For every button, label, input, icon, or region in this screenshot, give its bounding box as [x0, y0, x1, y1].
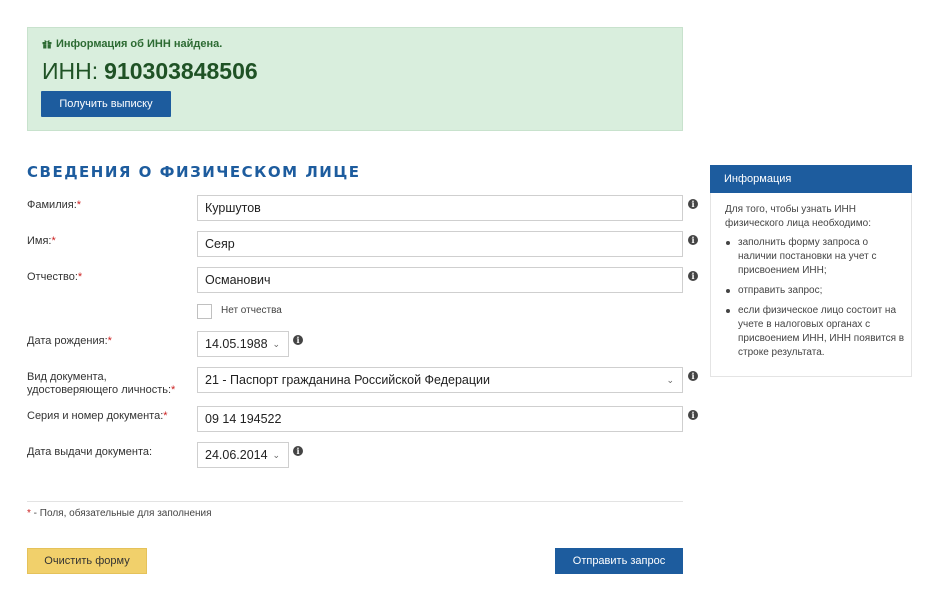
- info-icon[interactable]: i: [688, 199, 698, 209]
- list-item-text: отправить запрос;: [738, 285, 823, 296]
- patronymic-input[interactable]: Османович: [197, 267, 683, 293]
- birth-date-select[interactable]: 14.05.1988 ⌄: [197, 331, 289, 357]
- birth-date-value: 14.05.1988: [205, 337, 268, 351]
- birth-date-label-text: Дата рождения:: [27, 335, 108, 347]
- required-mark: *: [107, 335, 112, 347]
- info-icon[interactable]: i: [688, 271, 698, 281]
- doc-date-select[interactable]: 24.06.2014 ⌄: [197, 442, 289, 468]
- footnote-text: - Поля, обязательные для заполнения: [30, 508, 212, 519]
- doc-type-select[interactable]: 21 - Паспорт гражданина Российской Федер…: [197, 367, 683, 393]
- clear-form-button[interactable]: Очистить форму: [27, 548, 147, 574]
- surname-label: Фамилия:*: [27, 199, 81, 212]
- list-item: заполнить форму запроса о наличии постан…: [725, 236, 907, 278]
- bullet-icon: [726, 241, 730, 245]
- doc-date-value: 24.06.2014: [205, 448, 268, 462]
- doc-number-label-text: Серия и номер документа:: [27, 410, 164, 422]
- name-input[interactable]: Сеяр: [197, 231, 683, 257]
- list-item-text: если физическое лицо состоит на учете в …: [738, 305, 905, 358]
- result-message: Информация об ИНН найдена.: [42, 38, 222, 50]
- inn-display: ИНН: 910303848506: [42, 58, 258, 85]
- patronymic-label: Отчество:*: [27, 271, 82, 284]
- list-item-text: заполнить форму запроса о наличии постан…: [738, 237, 877, 276]
- doc-date-label-text: Дата выдачи документа:: [27, 446, 153, 458]
- result-message-text: Информация об ИНН найдена.: [56, 38, 223, 50]
- required-mark: *: [77, 271, 83, 283]
- required-fields-note: * - Поля, обязательные для заполнения: [27, 508, 212, 519]
- list-item: если физическое лицо состоит на учете в …: [725, 304, 907, 360]
- info-panel-list: заполнить форму запроса о наличии постан…: [725, 236, 907, 366]
- birth-date-label: Дата рождения:*: [27, 335, 112, 348]
- doc-type-label-line2: удостоверяющего личность:: [27, 384, 172, 396]
- doc-date-label: Дата выдачи документа:: [27, 446, 152, 459]
- info-icon[interactable]: i: [688, 371, 698, 381]
- info-panel-title: Информация: [710, 165, 912, 193]
- required-mark: *: [171, 384, 176, 396]
- gift-icon: [42, 40, 52, 49]
- doc-number-label: Серия и номер документа:*: [27, 410, 168, 423]
- doc-type-value: 21 - Паспорт гражданина Российской Федер…: [205, 373, 491, 387]
- no-patronymic-checkbox[interactable]: [197, 304, 212, 319]
- doc-type-label: Вид документа, удостоверяющего личность:…: [27, 371, 175, 397]
- info-icon[interactable]: i: [688, 235, 698, 245]
- submit-request-button[interactable]: Отправить запрос: [555, 548, 683, 574]
- list-item: отправить запрос;: [725, 284, 907, 298]
- chevron-down-icon: ⌄: [272, 339, 280, 349]
- section-title: СВЕДЕНИЯ О ФИЗИЧЕСКОМ ЛИЦЕ: [27, 163, 361, 181]
- doc-type-label-line1: Вид документа,: [27, 371, 107, 383]
- bullet-icon: [726, 309, 730, 313]
- info-icon[interactable]: i: [688, 410, 698, 420]
- get-extract-button[interactable]: Получить выписку: [41, 91, 171, 117]
- name-label-text: Имя:: [27, 235, 52, 247]
- doc-number-input[interactable]: 09 14 194522: [197, 406, 683, 432]
- chevron-down-icon: ⌄: [272, 450, 280, 460]
- no-patronymic-label[interactable]: Нет отчества: [221, 305, 282, 316]
- bullet-icon: [726, 289, 730, 293]
- surname-label-text: Фамилия:: [27, 199, 77, 211]
- name-label: Имя:*: [27, 235, 56, 248]
- form-divider: [27, 501, 683, 502]
- surname-input[interactable]: Куршутов: [197, 195, 683, 221]
- inn-result-box: Информация об ИНН найдена. ИНН: 910303848…: [27, 27, 683, 131]
- info-icon[interactable]: i: [293, 446, 303, 456]
- inn-value: 910303848506: [104, 58, 258, 84]
- required-mark: *: [76, 199, 82, 211]
- patronymic-label-text: Отчество:: [27, 271, 78, 283]
- info-panel: Информация Для того, чтобы узнать ИНН фи…: [710, 165, 912, 377]
- chevron-down-icon: ⌄: [666, 375, 674, 385]
- inn-label: ИНН:: [42, 58, 99, 84]
- info-panel-intro: Для того, чтобы узнать ИНН физического л…: [725, 204, 871, 229]
- required-mark: *: [163, 410, 168, 422]
- info-icon[interactable]: i: [293, 335, 303, 345]
- required-mark: *: [51, 235, 56, 247]
